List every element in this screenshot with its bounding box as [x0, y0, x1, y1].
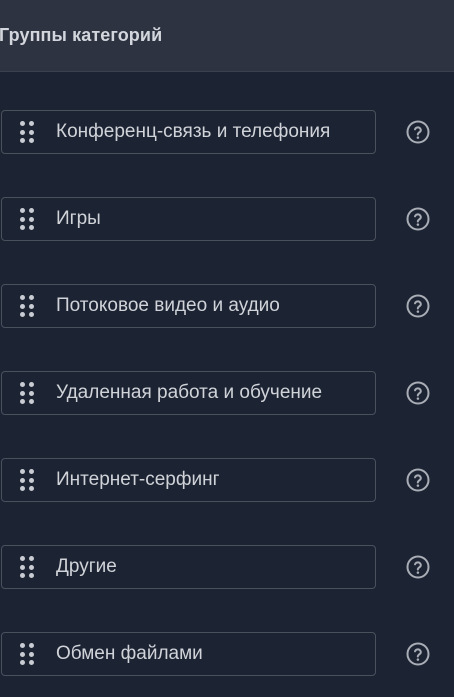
category-item-remote-work[interactable]: Удаленная работа и обучение — [1, 371, 376, 415]
drag-handle-icon[interactable] — [20, 208, 34, 230]
help-icon[interactable] — [406, 468, 430, 492]
category-label: Конференц-связь и телефония — [56, 121, 331, 142]
category-row: Обмен файлами — [0, 632, 454, 697]
category-row: Интернет-серфинг — [0, 458, 454, 545]
category-row: Потоковое видео и аудио — [0, 284, 454, 371]
category-label: Интернет-серфинг — [56, 469, 220, 490]
category-item-streaming[interactable]: Потоковое видео и аудио — [1, 284, 376, 328]
category-label: Потоковое видео и аудио — [56, 295, 280, 316]
drag-handle-icon[interactable] — [20, 121, 34, 143]
category-item-file-sharing[interactable]: Обмен файлами — [1, 632, 376, 676]
help-icon[interactable] — [406, 381, 430, 405]
category-item-other[interactable]: Другие — [1, 545, 376, 589]
category-label: Обмен файлами — [56, 643, 203, 664]
panel-header: Группы категорий — [0, 0, 454, 72]
help-icon[interactable] — [406, 294, 430, 318]
category-label: Другие — [56, 556, 117, 577]
drag-handle-icon[interactable] — [20, 556, 34, 578]
drag-handle-icon[interactable] — [20, 643, 34, 665]
category-label: Игры — [56, 208, 101, 229]
category-label: Удаленная работа и обучение — [56, 382, 323, 403]
category-row: Другие — [0, 545, 454, 632]
category-item-games[interactable]: Игры — [1, 197, 376, 241]
help-icon[interactable] — [406, 207, 430, 231]
help-icon[interactable] — [406, 120, 430, 144]
category-item-conferencing[interactable]: Конференц-связь и телефония — [1, 110, 376, 154]
category-row: Конференц-связь и телефония — [0, 110, 454, 197]
drag-handle-icon[interactable] — [20, 469, 34, 491]
category-row: Игры — [0, 197, 454, 284]
category-list: Конференц-связь и телефония Игры Потоков… — [0, 110, 454, 697]
category-groups-panel: Группы категорий Конференц-связь и телеф… — [0, 0, 454, 697]
help-icon[interactable] — [406, 642, 430, 666]
drag-handle-icon[interactable] — [20, 382, 34, 404]
panel-title: Группы категорий — [0, 25, 163, 45]
category-item-web-browsing[interactable]: Интернет-серфинг — [1, 458, 376, 502]
category-row: Удаленная работа и обучение — [0, 371, 454, 458]
drag-handle-icon[interactable] — [20, 295, 34, 317]
help-icon[interactable] — [406, 555, 430, 579]
